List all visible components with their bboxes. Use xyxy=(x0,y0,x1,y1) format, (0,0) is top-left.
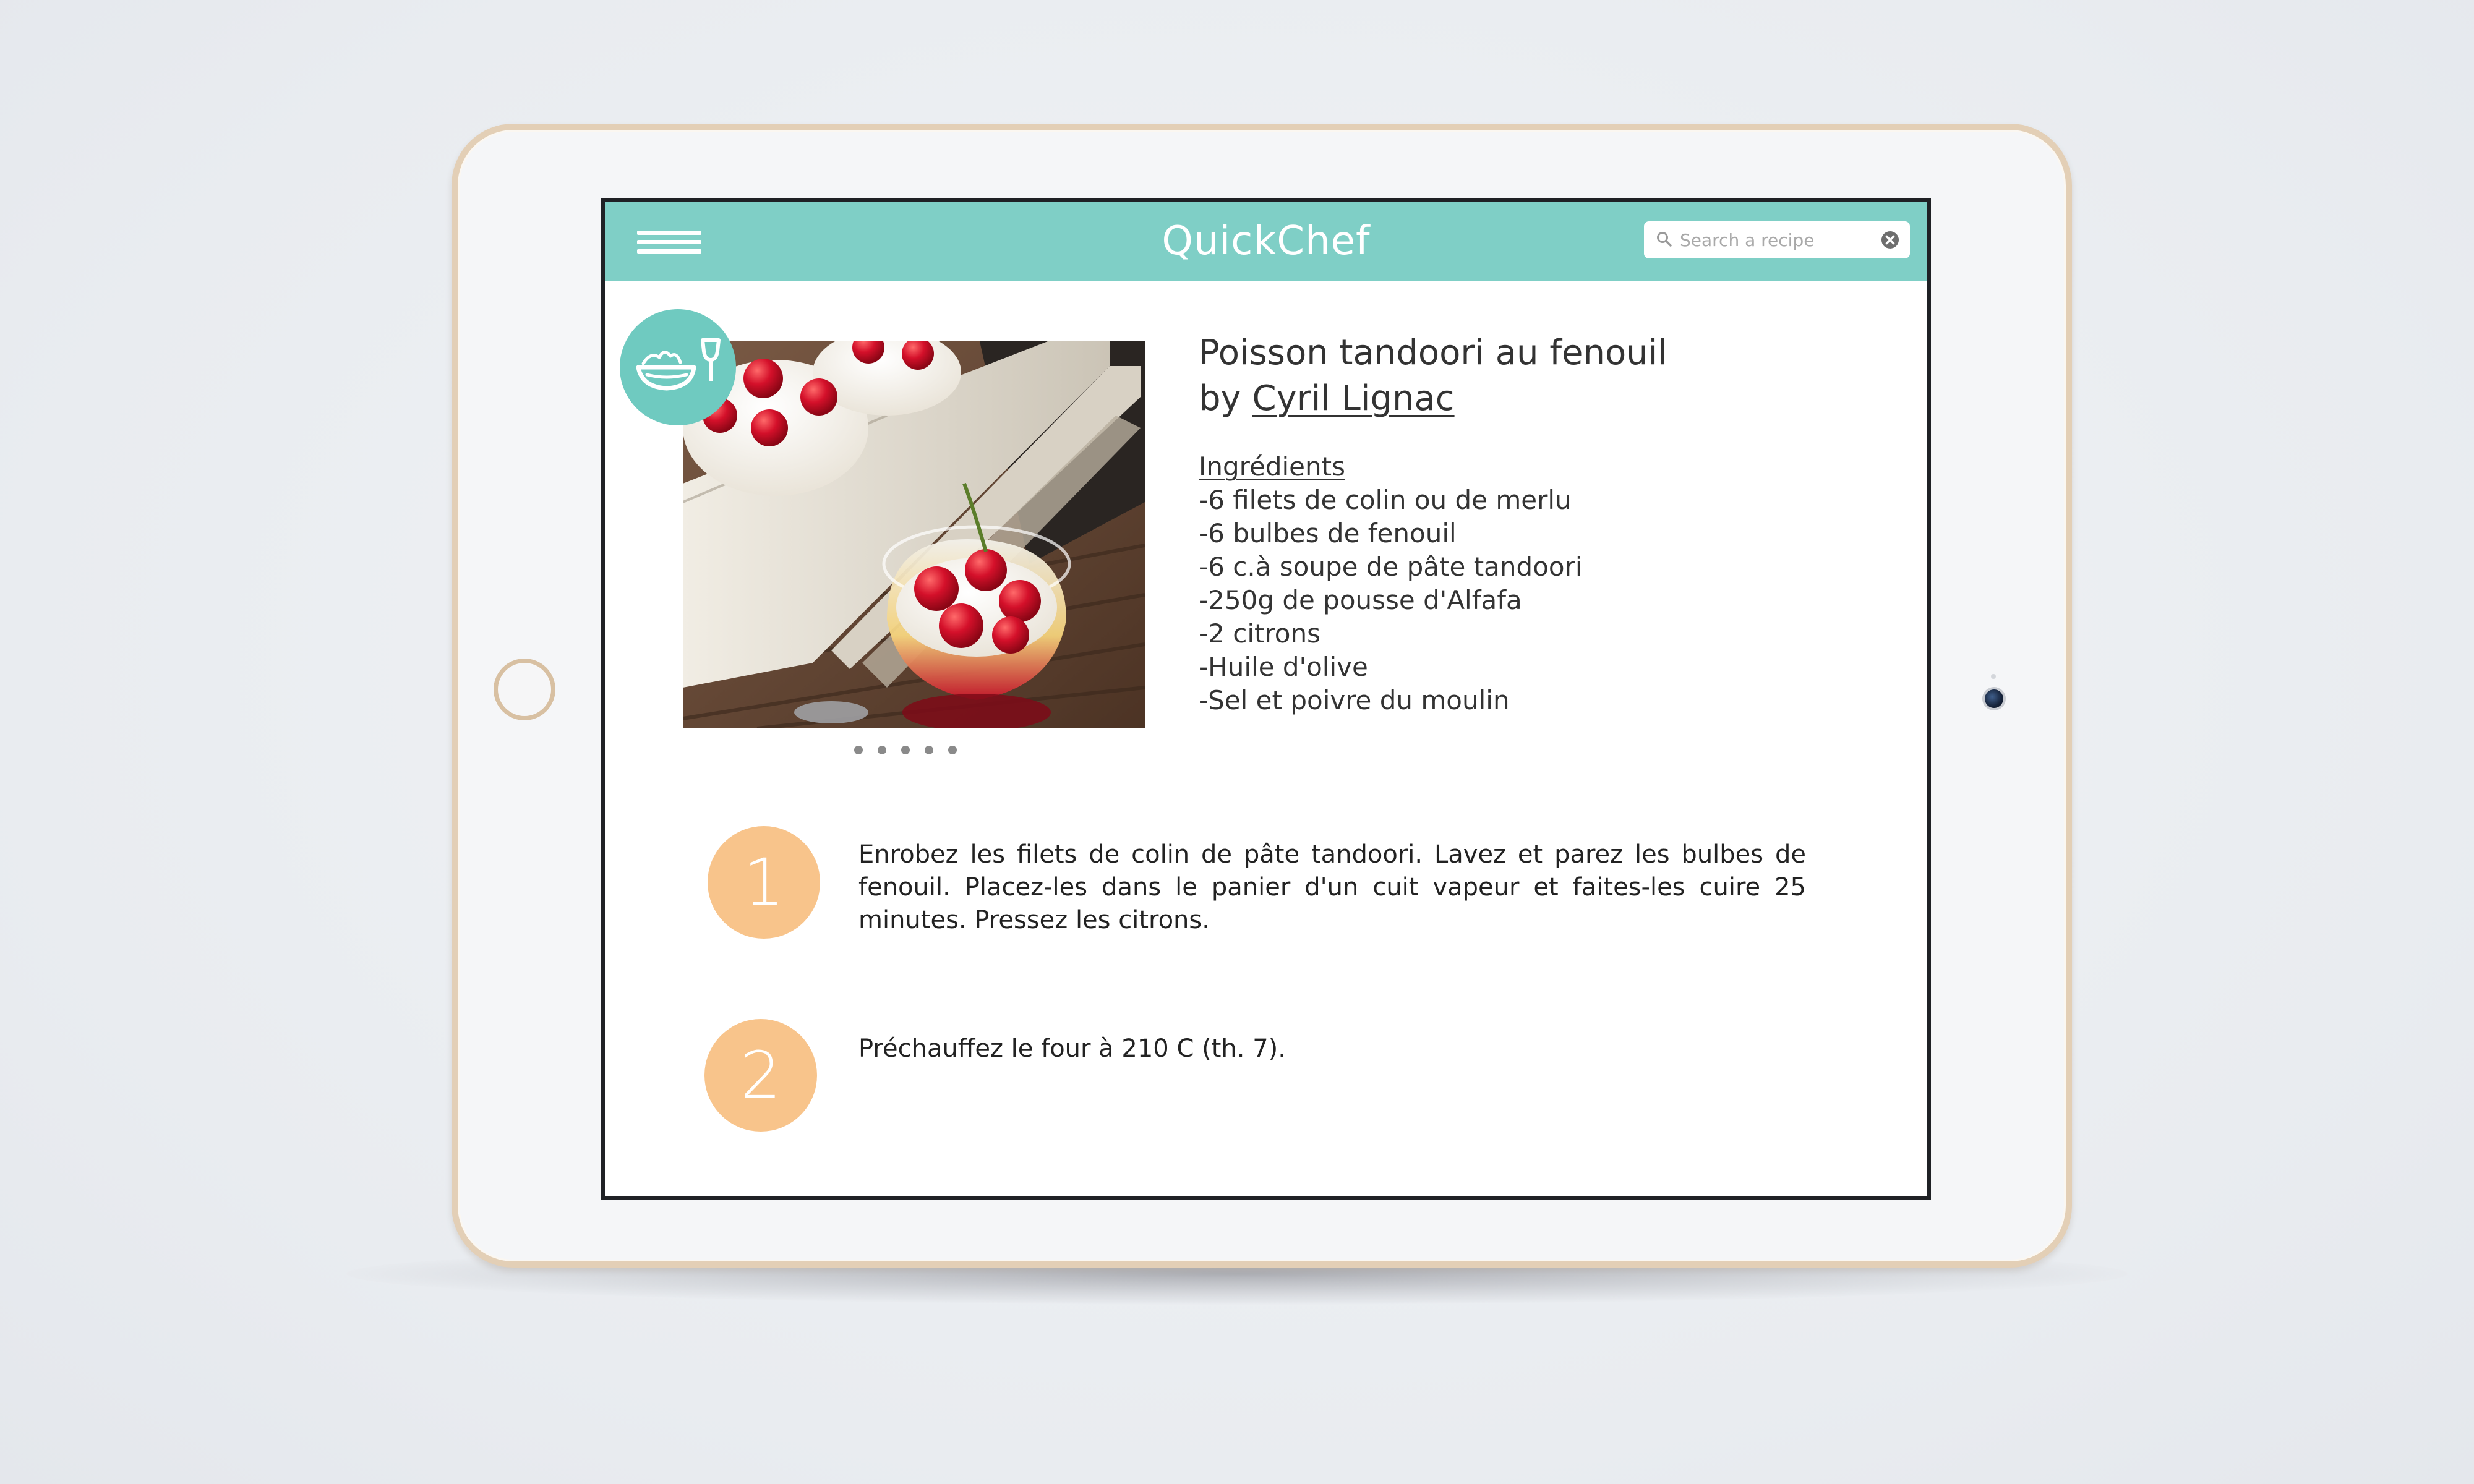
category-badge[interactable] xyxy=(620,309,736,425)
gallery-dot[interactable] xyxy=(948,746,957,754)
salad-wine-icon xyxy=(636,338,721,391)
step-text: Préchauffez le four à 210 C (th. 7). xyxy=(858,1034,1286,1063)
ingredients-list: -6 filets de colin ou de merlu -6 bulbes… xyxy=(1199,484,1583,717)
home-button[interactable] xyxy=(494,659,555,720)
gallery-dot[interactable] xyxy=(854,746,863,754)
ingredients-heading: Ingrédients xyxy=(1199,451,1345,482)
recipe-photo[interactable] xyxy=(683,341,1145,728)
search-input[interactable] xyxy=(1680,226,1865,254)
step-number-badge: 1 xyxy=(708,826,820,939)
recipe-name: Poisson tandoori au fenouil xyxy=(1199,333,1667,373)
ingredient-item: -6 bulbes de fenouil xyxy=(1199,518,1457,548)
ingredients-section: Ingrédients -6 filets de colin ou de mer… xyxy=(1199,450,1583,717)
gallery-dot[interactable] xyxy=(925,746,933,754)
by-prefix: by xyxy=(1199,378,1241,419)
ingredient-item: -6 filets de colin ou de merlu xyxy=(1199,485,1572,515)
ingredient-item: -Huile d'olive xyxy=(1199,652,1368,682)
tablet-device: QuickChef Search a recipe Poisson tandoo… xyxy=(452,124,2072,1268)
gallery-dots xyxy=(854,743,965,756)
app-header: QuickChef xyxy=(605,202,1927,281)
gallery-dot[interactable] xyxy=(878,746,886,754)
recipe-byline: by Cyril Lignac xyxy=(1199,376,1667,422)
recipe-title: Poisson tandoori au fenouil by Cyril Lig… xyxy=(1199,330,1667,422)
search-icon xyxy=(1657,232,1672,247)
app-screen: QuickChef Search a recipe Poisson tandoo… xyxy=(601,198,1931,1200)
ingredient-item: -250g de pousse d'Alfafa xyxy=(1199,585,1522,615)
search-box[interactable] xyxy=(1644,221,1910,258)
clear-icon[interactable] xyxy=(1880,230,1900,250)
ingredient-item: -2 citrons xyxy=(1199,618,1320,649)
step-text: Enrobez les filets de colin de pâte tand… xyxy=(858,840,1806,934)
ingredient-item: -Sel et poivre du moulin xyxy=(1199,685,1510,715)
ingredient-item: -6 c.à soupe de pâte tandoori xyxy=(1199,552,1583,582)
gallery-dot[interactable] xyxy=(901,746,910,754)
step-number-badge: 2 xyxy=(704,1019,817,1132)
author-link[interactable]: Cyril Lignac xyxy=(1252,378,1455,419)
front-camera xyxy=(1985,689,2003,708)
ambient-sensor xyxy=(1991,674,1996,679)
